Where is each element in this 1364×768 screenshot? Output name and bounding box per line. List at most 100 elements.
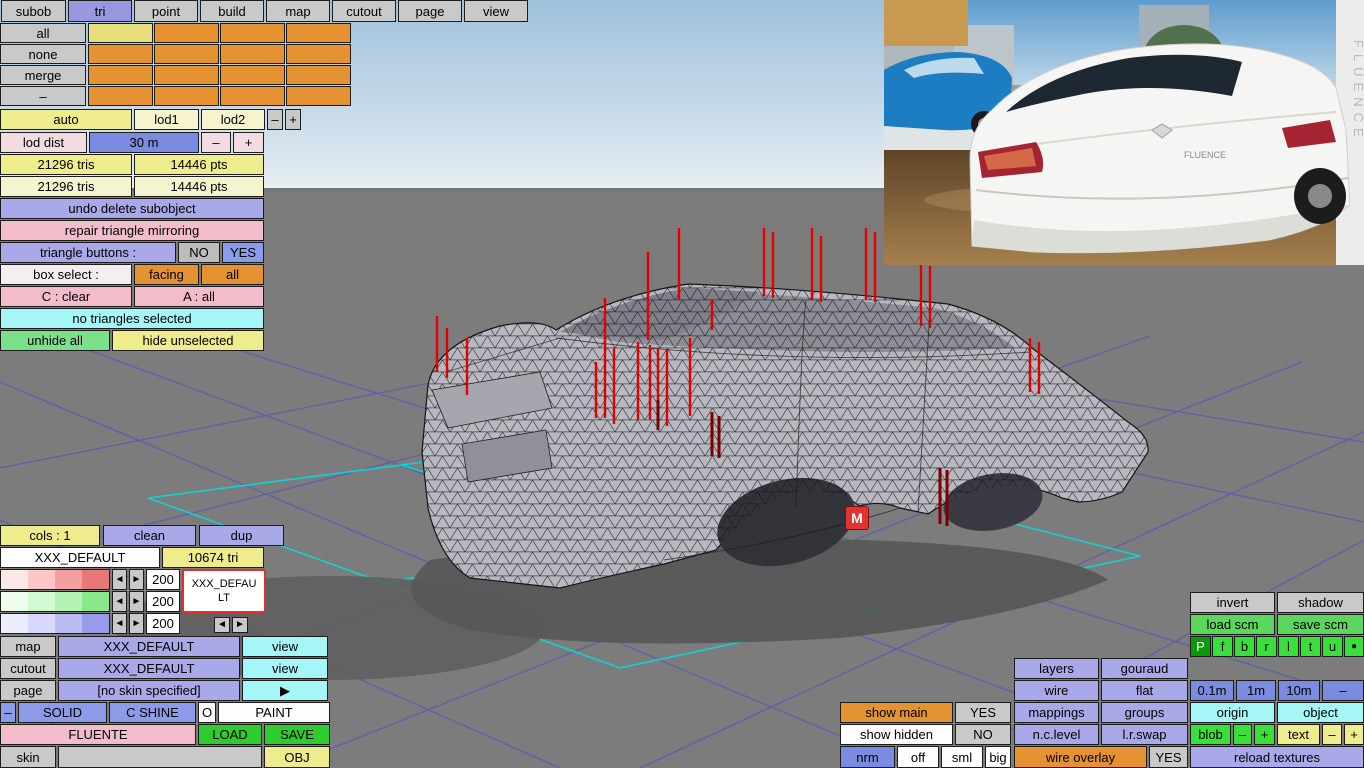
- wire-button[interactable]: wire: [1014, 680, 1099, 701]
- clean-button[interactable]: clean: [103, 525, 196, 546]
- grid-size-10m-button[interactable]: 10m: [1278, 680, 1320, 701]
- subobj-grid-cell[interactable]: [154, 23, 219, 43]
- subobj-grid-cell[interactable]: [154, 86, 219, 106]
- view-under-button[interactable]: u: [1322, 636, 1343, 657]
- green-increment-button[interactable]: ►: [129, 591, 144, 612]
- red-channel-swatch[interactable]: [0, 569, 110, 590]
- subobj-grid-cell-selected[interactable]: [88, 23, 153, 43]
- lod1-button[interactable]: lod1: [134, 109, 199, 130]
- map-value[interactable]: XXX_DEFAULT: [58, 636, 240, 657]
- blob-plus-button[interactable]: +: [1254, 724, 1275, 745]
- view-top-button[interactable]: t: [1300, 636, 1321, 657]
- solid-button[interactable]: SOLID: [18, 702, 107, 723]
- subobj-grid-cell[interactable]: [286, 44, 351, 64]
- tab-tri[interactable]: tri: [68, 0, 132, 22]
- blue-channel-swatch[interactable]: [0, 613, 110, 634]
- show-hidden-toggle[interactable]: NO: [955, 724, 1011, 745]
- view-front-button[interactable]: f: [1212, 636, 1233, 657]
- cols-count-button[interactable]: cols : 1: [0, 525, 100, 546]
- nrm-off-button[interactable]: off: [897, 746, 939, 768]
- undo-delete-subobject-button[interactable]: undo delete subobject: [0, 198, 264, 219]
- nrm-button[interactable]: nrm: [840, 746, 895, 768]
- green-value[interactable]: 200: [146, 591, 180, 612]
- subobj-grid-cell[interactable]: [220, 44, 285, 64]
- view-right-button[interactable]: r: [1256, 636, 1277, 657]
- green-channel-swatch[interactable]: [0, 591, 110, 612]
- material-prev-button[interactable]: ◄: [214, 617, 230, 633]
- load-scm-button[interactable]: load scm: [1190, 614, 1275, 635]
- save-scm-button[interactable]: save scm: [1277, 614, 1364, 635]
- lod-dist-minus-button[interactable]: –: [201, 132, 231, 153]
- subobj-grid-cell[interactable]: [220, 86, 285, 106]
- blue-decrement-button[interactable]: ◄: [112, 613, 127, 634]
- lod2-button[interactable]: lod2: [201, 109, 265, 130]
- mappings-button[interactable]: mappings: [1014, 702, 1099, 723]
- tab-build[interactable]: build: [200, 0, 264, 22]
- subobj-select-none-button[interactable]: none: [0, 44, 86, 64]
- subobj-grid-cell[interactable]: [154, 65, 219, 85]
- clear-selection-button[interactable]: C : clear: [0, 286, 132, 307]
- o-button[interactable]: O: [198, 702, 216, 723]
- select-all-button[interactable]: A : all: [134, 286, 264, 307]
- shadow-button[interactable]: shadow: [1277, 592, 1364, 613]
- subobj-grid-cell[interactable]: [286, 65, 351, 85]
- paint-button[interactable]: PAINT: [218, 702, 330, 723]
- tab-page[interactable]: page: [398, 0, 462, 22]
- subobj-select-all-button[interactable]: all: [0, 23, 86, 43]
- dup-button[interactable]: dup: [199, 525, 284, 546]
- flat-button[interactable]: flat: [1101, 680, 1188, 701]
- view-p-button[interactable]: P: [1190, 636, 1211, 657]
- lod-auto-button[interactable]: auto: [0, 109, 132, 130]
- solid-minus-button[interactable]: –: [0, 702, 16, 723]
- groups-button[interactable]: groups: [1101, 702, 1188, 723]
- grid-size-minus-button[interactable]: –: [1322, 680, 1364, 701]
- skin-name-field[interactable]: FLUENTE: [0, 724, 196, 745]
- text-minus-button[interactable]: –: [1322, 724, 1342, 745]
- subobj-grid-cell[interactable]: [286, 86, 351, 106]
- green-decrement-button[interactable]: ◄: [112, 591, 127, 612]
- subobj-grid-cell[interactable]: [286, 23, 351, 43]
- unhide-all-button[interactable]: unhide all: [0, 330, 110, 351]
- hide-unselected-button[interactable]: hide unselected: [112, 330, 264, 351]
- c-shine-button[interactable]: C SHINE: [109, 702, 196, 723]
- lr-swap-button[interactable]: l.r.swap: [1101, 724, 1188, 745]
- subobj-grid-cell[interactable]: [220, 23, 285, 43]
- red-decrement-button[interactable]: ◄: [112, 569, 127, 590]
- blue-increment-button[interactable]: ►: [129, 613, 144, 634]
- material-next-button[interactable]: ►: [232, 617, 248, 633]
- origin-button[interactable]: origin: [1190, 702, 1275, 723]
- load-button[interactable]: LOAD: [198, 724, 262, 745]
- subobj-grid-cell[interactable]: [154, 44, 219, 64]
- box-select-facing-button[interactable]: facing: [134, 264, 199, 285]
- object-button[interactable]: object: [1277, 702, 1364, 723]
- subobj-grid-cell[interactable]: [220, 65, 285, 85]
- grid-size-01m-button[interactable]: 0.1m: [1190, 680, 1234, 701]
- lod-dist-value[interactable]: 30 m: [89, 132, 199, 153]
- box-select-all-button[interactable]: all: [201, 264, 264, 285]
- subobj-grid-cell[interactable]: [88, 86, 153, 106]
- repair-triangle-mirroring-button[interactable]: repair triangle mirroring: [0, 220, 264, 241]
- material-name[interactable]: XXX_DEFAULT: [0, 547, 160, 568]
- triangle-buttons-no[interactable]: NO: [178, 242, 220, 263]
- subobj-merge-button[interactable]: merge: [0, 65, 86, 85]
- nrm-big-button[interactable]: big: [985, 746, 1011, 768]
- lod-plus-button[interactable]: +: [285, 109, 301, 130]
- reload-textures-button[interactable]: reload textures: [1190, 746, 1364, 768]
- layers-button[interactable]: layers: [1014, 658, 1099, 679]
- page-next-button[interactable]: ▶: [242, 680, 328, 701]
- invert-button[interactable]: invert: [1190, 592, 1275, 613]
- page-value[interactable]: [no skin specified]: [58, 680, 240, 701]
- wire-overlay-toggle[interactable]: YES: [1149, 746, 1188, 768]
- map-view-button[interactable]: view: [242, 636, 328, 657]
- triangle-buttons-yes[interactable]: YES: [222, 242, 264, 263]
- tab-map[interactable]: map: [266, 0, 330, 22]
- subobj-minus-button[interactable]: –: [0, 86, 86, 106]
- tab-point[interactable]: point: [134, 0, 198, 22]
- nc-level-button[interactable]: n.c.level: [1014, 724, 1099, 745]
- tab-subob[interactable]: subob: [1, 0, 66, 22]
- red-value[interactable]: 200: [146, 569, 180, 590]
- grid-size-1m-button[interactable]: 1m: [1236, 680, 1276, 701]
- show-main-toggle[interactable]: YES: [955, 702, 1011, 723]
- nrm-sml-button[interactable]: sml: [941, 746, 983, 768]
- cutout-view-button[interactable]: view: [242, 658, 328, 679]
